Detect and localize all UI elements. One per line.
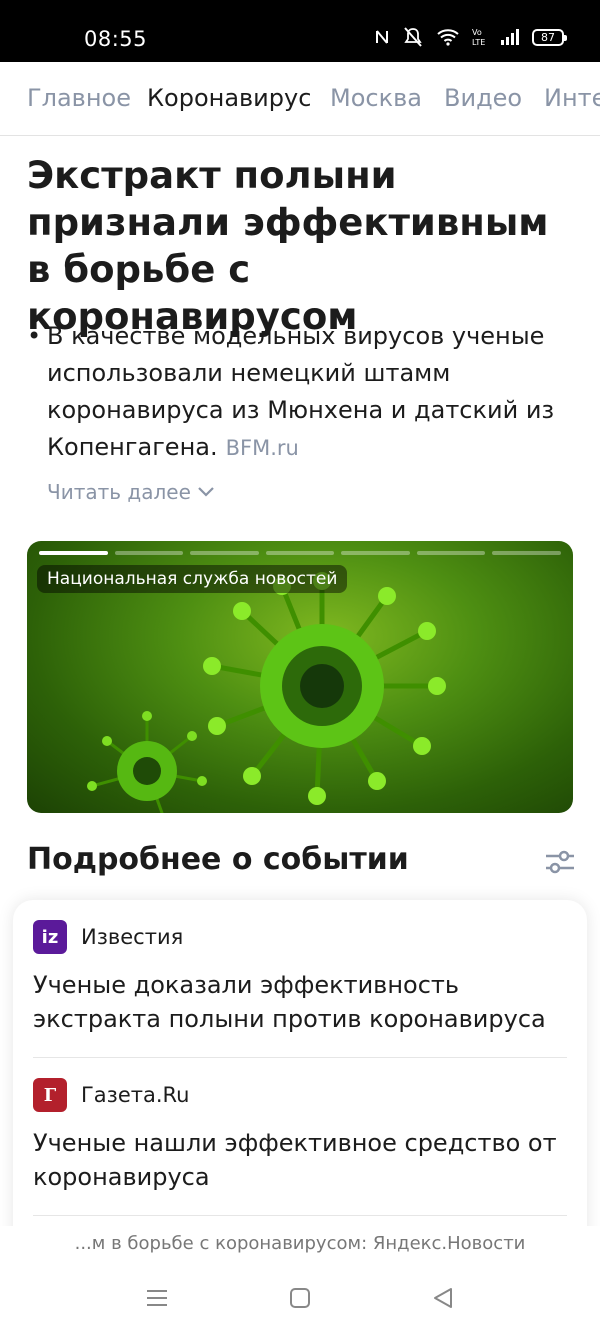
read-more-button[interactable]: Читать далее [47, 480, 215, 504]
izvestia-logo-icon: iz [33, 920, 67, 954]
back-icon[interactable] [431, 1286, 455, 1310]
menu-icon[interactable] [145, 1286, 169, 1310]
progress-segment [341, 551, 410, 555]
status-icons: Vo LTE 87 [374, 27, 567, 47]
browser-bottom: ...м в борьбе с коронавирусом: Яндекс.Но… [0, 1226, 600, 1332]
related-item[interactable]: Г Газета.Ru Ученые нашли эффективное сре… [33, 1078, 567, 1194]
progress-segment [492, 551, 562, 555]
volte-icon: VoLTE [472, 28, 485, 47]
divider [33, 1057, 567, 1058]
divider [33, 1215, 567, 1216]
related-source: Газета.Ru [81, 1083, 190, 1107]
status-bar: 08:55 Vo LTE 87 [0, 0, 600, 62]
gazeta-logo-icon: Г [33, 1078, 67, 1112]
progress-segment [114, 551, 184, 555]
media-story[interactable]: Национальная служба новостей [27, 541, 573, 813]
wifi-icon [437, 29, 459, 46]
nfc-icon [376, 30, 388, 44]
section-title: Подробнее о событии [27, 842, 409, 877]
chevron-down-icon [198, 487, 214, 497]
signal-icon [501, 29, 519, 45]
mute-icon [404, 27, 422, 47]
page-title-bar[interactable]: ...м в борьбе с коронавирусом: Яндекс.Но… [0, 1226, 600, 1264]
tab-interesting[interactable]: Инте [544, 84, 600, 112]
related-title: Ученые доказали эффективность экстракта … [33, 971, 546, 1033]
svg-text:Vo: Vo [472, 28, 482, 37]
progress-segment [265, 551, 335, 555]
progress-segment [39, 551, 108, 555]
summary-text: В качестве модельных вирусов ученые испо… [47, 322, 555, 461]
home-icon[interactable] [288, 1286, 312, 1310]
filter-icon[interactable] [544, 848, 576, 876]
article-headline: Экстракт полыни признали эффективным в б… [27, 154, 549, 338]
source-link[interactable]: BFM.ru [226, 436, 299, 460]
media-source-label: Национальная служба новостей [37, 565, 348, 593]
progress-segment [190, 551, 259, 555]
story-progress [39, 551, 562, 555]
related-source: Известия [81, 925, 184, 949]
category-tabs: Главное Коронавирус Москва Видео Инте [0, 62, 600, 136]
tab-coronavirus[interactable]: Коронавирус [147, 84, 311, 112]
svg-text:LTE: LTE [472, 38, 485, 47]
status-time: 08:55 [84, 27, 148, 51]
article-summary: • В качестве модельных вирусов ученые ис… [27, 318, 572, 467]
tab-video[interactable]: Видео [444, 84, 522, 112]
bullet-icon: • [27, 322, 42, 350]
related-title: Ученые нашли эффективное средство от кор… [33, 1129, 557, 1191]
battery-level: 87 [541, 30, 555, 44]
tab-moscow[interactable]: Москва [330, 84, 422, 112]
battery-icon: 87 [532, 28, 567, 46]
system-nav-bar [0, 1278, 600, 1332]
read-more-label: Читать далее [47, 480, 191, 504]
progress-segment [416, 551, 486, 555]
tab-main[interactable]: Главное [27, 84, 131, 112]
related-item[interactable]: iz Известия Ученые доказали эффективност… [33, 920, 567, 1036]
